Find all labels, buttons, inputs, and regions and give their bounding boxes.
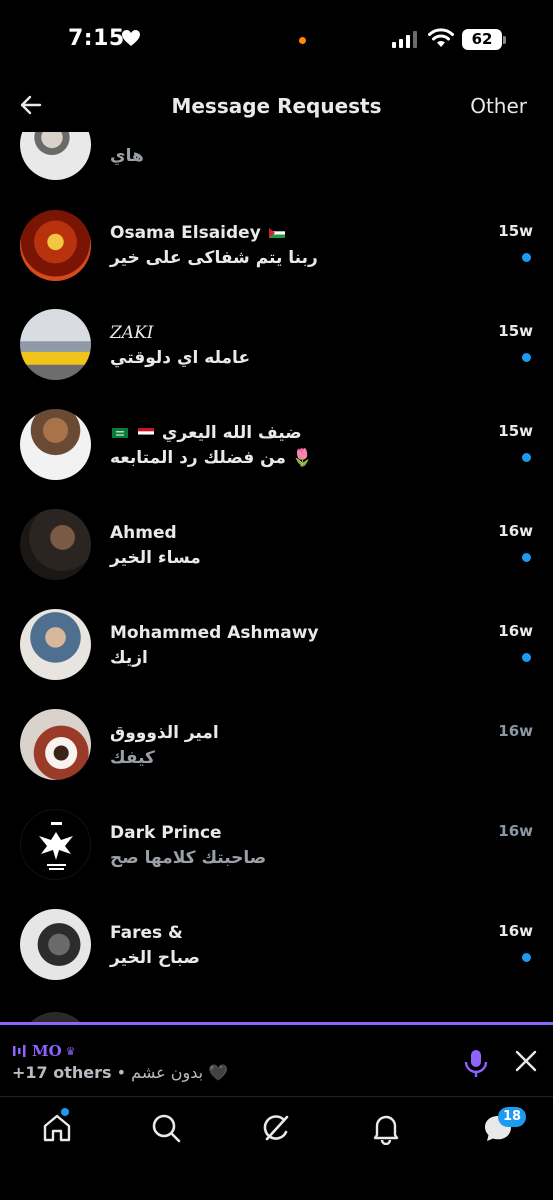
unread-indicator xyxy=(522,253,531,262)
avatar[interactable] xyxy=(20,309,91,380)
timestamp: 16w xyxy=(498,822,533,840)
message-preview: صباح الخير xyxy=(110,948,200,968)
palestine-flag-icon xyxy=(268,228,285,238)
unread-indicator xyxy=(522,553,531,562)
message-preview: هاي xyxy=(110,146,144,166)
live-space-bar[interactable]: MO ♛ +17 others • بدون عشم 🖤 xyxy=(0,1022,553,1096)
unread-indicator xyxy=(522,353,531,362)
sender-name: Osama Elsaidey xyxy=(110,223,287,243)
list-item[interactable]: Dark Prince صاحبتك كلامها صح 16w xyxy=(0,809,553,912)
message-preview: من فضلك رد المتابعه 🌷 xyxy=(110,448,314,468)
wifi-icon xyxy=(428,28,454,47)
message-preview: عامله اي دلوقتي xyxy=(110,348,251,368)
heart-icon xyxy=(122,30,140,46)
list-item[interactable]: امير الذوووق كيفك 16w xyxy=(0,709,553,812)
timestamp: 16w xyxy=(498,722,533,740)
battery-indicator: 62 xyxy=(462,29,502,50)
sender-name: ضيف الله اليعري xyxy=(110,423,302,443)
message-preview: صاحبتك كلامها صح xyxy=(110,848,267,868)
home-notification-dot xyxy=(61,1108,69,1116)
avatar[interactable] xyxy=(20,509,91,580)
privacy-indicator-dot xyxy=(299,37,306,44)
bell-icon[interactable] xyxy=(369,1111,403,1145)
unread-indicator xyxy=(522,953,531,962)
saudi-flag-icon xyxy=(112,428,128,438)
crown-icon: ♛ xyxy=(65,1044,76,1058)
avatar[interactable] xyxy=(20,809,91,880)
live-audio-bars-icon xyxy=(13,1045,26,1057)
timestamp: 16w xyxy=(498,622,533,640)
timestamp: 15w xyxy=(498,322,533,340)
list-item[interactable]: Fares & صباح الخير 16w xyxy=(0,909,553,1012)
timestamp: 15w xyxy=(498,422,533,440)
yemen-flag-icon xyxy=(137,428,154,438)
close-icon[interactable] xyxy=(514,1049,538,1073)
separator: • xyxy=(116,1063,127,1082)
unread-indicator xyxy=(522,653,531,662)
list-item[interactable]: Osama Elsaidey ربنا يتم شفاكى على خير 15… xyxy=(0,210,553,312)
other-tab-button[interactable]: Other xyxy=(470,94,527,118)
message-preview: كيفك xyxy=(110,748,155,768)
sender-name: Dark Prince xyxy=(110,823,222,843)
message-request-list[interactable]: هاي Osama Elsaidey ربنا يتم شفاكى على خي… xyxy=(0,80,553,1024)
avatar[interactable] xyxy=(20,909,91,980)
header: Message Requests Other xyxy=(0,80,553,132)
list-item[interactable]: ضيف الله اليعري من فضلك رد المتابعه 🌷 15… xyxy=(0,409,553,512)
messages-badge: 18 xyxy=(498,1107,527,1127)
sender-name: Ahmed xyxy=(110,523,177,543)
sender-name: امير الذوووق xyxy=(110,723,219,743)
list-item[interactable]: Ahmed مساء الخير 16w xyxy=(0,509,553,612)
unread-indicator xyxy=(522,453,531,462)
grok-icon[interactable] xyxy=(259,1111,293,1145)
timestamp: 15w xyxy=(498,222,533,240)
sender-name: Fares & xyxy=(110,923,183,943)
search-icon[interactable] xyxy=(149,1111,183,1145)
message-preview: مساء الخير xyxy=(110,548,201,568)
space-meta: +17 others • بدون عشم 🖤 xyxy=(12,1063,228,1082)
signal-icon xyxy=(392,31,417,48)
message-preview: ربنا يتم شفاكى على خير xyxy=(110,248,318,268)
sender-name: Mohammed Ashmawy xyxy=(110,623,319,643)
home-icon[interactable] xyxy=(40,1111,74,1145)
battery-nub xyxy=(503,36,506,44)
avatar[interactable] xyxy=(20,609,91,680)
space-title: بدون عشم 🖤 xyxy=(131,1063,229,1082)
avatar[interactable] xyxy=(20,210,91,281)
bottom-nav: 18 xyxy=(0,1096,553,1200)
list-item[interactable]: 𝑍𝐴𝐾𝐼 عامله اي دلوقتي 15w xyxy=(0,309,553,412)
sender-name: 𝑍𝐴𝐾𝐼 xyxy=(110,323,154,343)
status-bar: 7:15 62 xyxy=(0,0,553,80)
timestamp: 16w xyxy=(498,522,533,540)
avatar[interactable] xyxy=(20,709,91,780)
eagle-logo-icon xyxy=(39,822,73,870)
space-listener-count: +17 others xyxy=(12,1063,112,1082)
avatar[interactable] xyxy=(20,409,91,480)
mic-icon[interactable] xyxy=(463,1048,489,1078)
space-host-name: MO xyxy=(32,1042,62,1060)
timestamp: 16w xyxy=(498,922,533,940)
message-preview: ازيك xyxy=(110,648,148,668)
list-item[interactable]: Mohammed Ashmawy ازيك 16w xyxy=(0,609,553,712)
status-time: 7:15 xyxy=(68,26,125,51)
space-host: MO ♛ xyxy=(12,1042,76,1060)
